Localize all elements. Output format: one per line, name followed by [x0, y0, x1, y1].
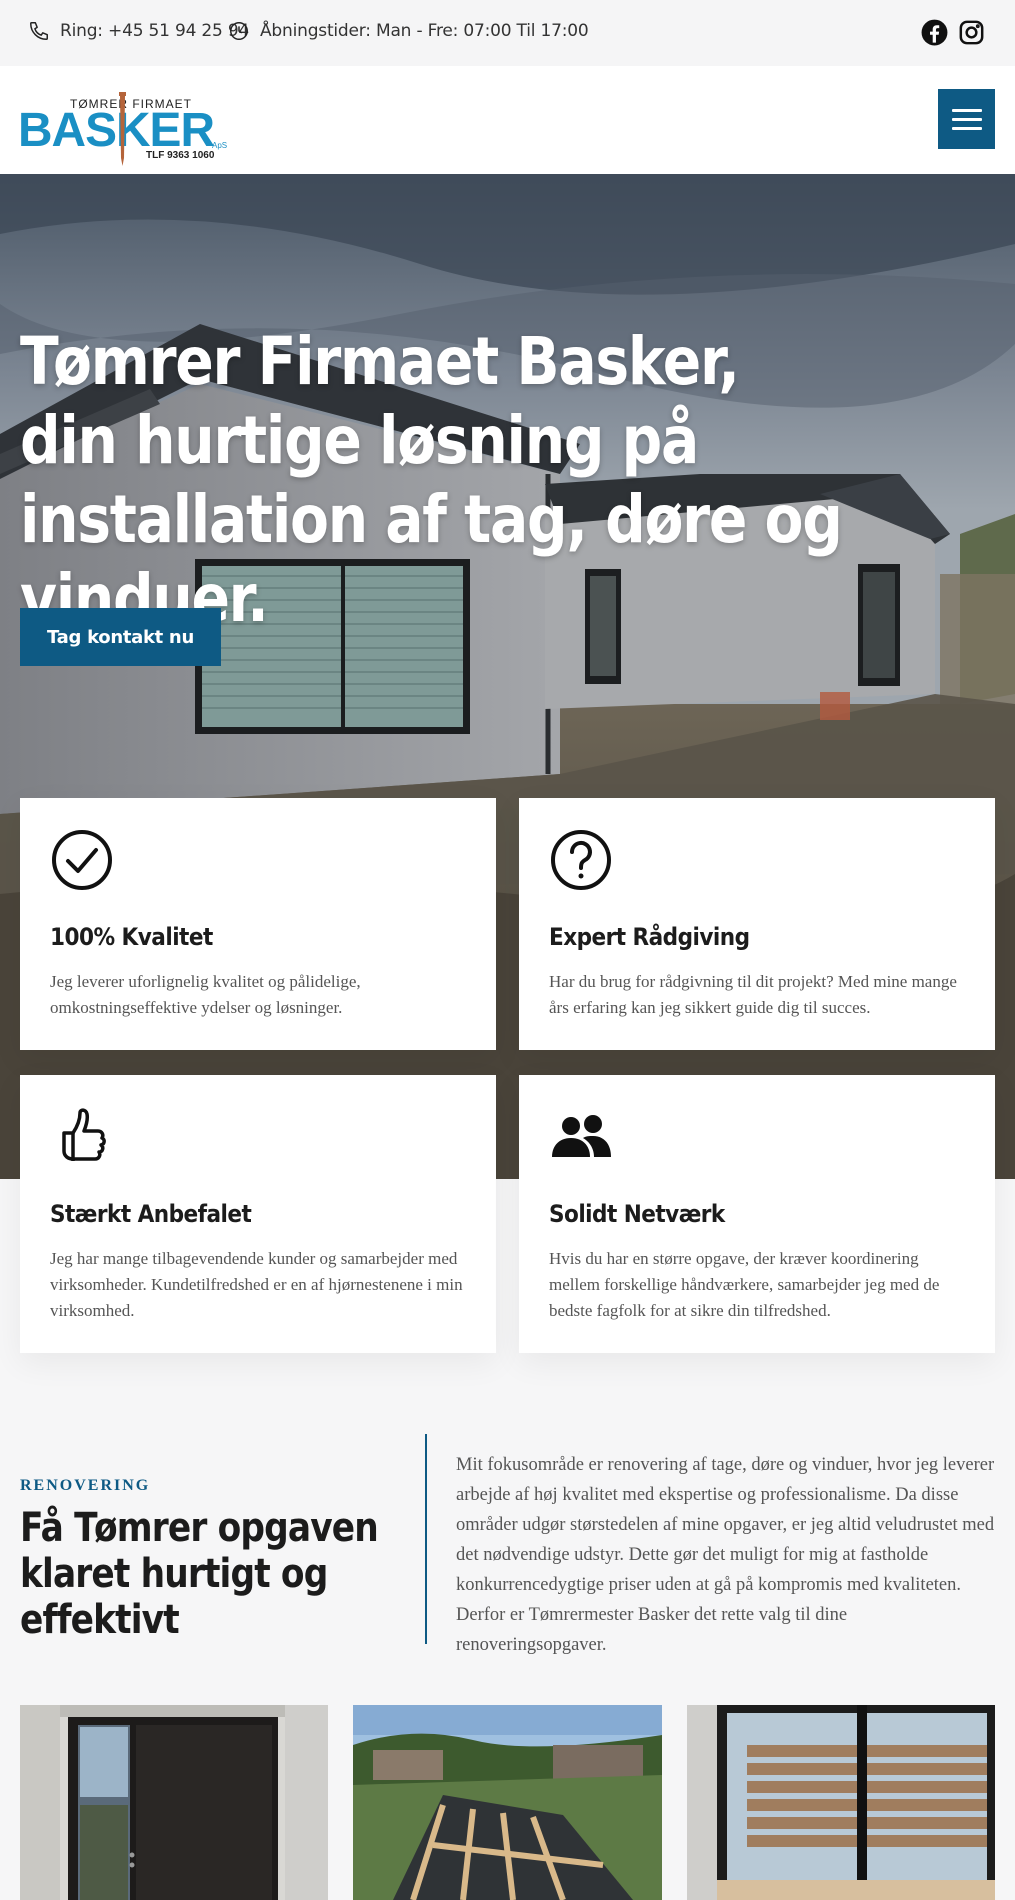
phone-icon	[30, 22, 48, 40]
feature-title: 100% Kvalitet	[50, 923, 213, 951]
section-kicker: RENOVERING	[20, 1477, 151, 1494]
section-title: Få Tømrer opgaven klaret hurtigt og effe…	[20, 1505, 379, 1643]
hamburger-icon-bar	[951, 126, 982, 130]
check-circle-icon	[52, 830, 112, 890]
site-header: TØMRER FIRMAET BASKER ApS TLF 9363 1060	[0, 66, 1015, 174]
feature-text: Jeg leverer uforlignelig kvalitet og pål…	[50, 972, 361, 1017]
instagram-icon[interactable]	[958, 19, 985, 46]
clock-icon	[230, 22, 248, 40]
feature-card-quality: 100% Kvalitet Jeg leverer uforlignelig k…	[20, 798, 496, 1050]
hamburger-icon-bar	[951, 108, 982, 112]
facebook-icon[interactable]	[921, 19, 948, 46]
hamburger-icon-bar	[951, 117, 982, 121]
contact-cta-button[interactable]: Tag kontakt nu	[20, 608, 221, 666]
gallery-photo-roof[interactable]	[353, 1705, 662, 1900]
people-icon	[552, 1115, 611, 1157]
feature-title: Expert Rådgiving	[549, 923, 750, 951]
menu-button[interactable]	[938, 89, 995, 149]
top-bar: Ring: +45 51 94 25 94 Åbningstider: Man …	[0, 0, 1015, 66]
feature-card-recommended: Stærkt Anbefalet Jeg har mange tilbageve…	[20, 1075, 496, 1353]
company-logo[interactable]: TØMRER FIRMAET BASKER ApS TLF 9363 1060	[18, 78, 233, 166]
feature-title: Solidt Netværk	[549, 1200, 725, 1228]
gallery-photo-window[interactable]	[687, 1705, 995, 1900]
feature-title: Stærkt Anbefalet	[50, 1200, 252, 1228]
logo-suffix-text: ApS	[212, 141, 227, 150]
hours-text: Åbningstider: Man - Fre: 07:00 Til 17:00	[260, 21, 589, 41]
hero-title: Tømrer Firmaet Basker, din hurtige løsni…	[20, 323, 843, 637]
opening-hours: Åbningstider: Man - Fre: 07:00 Til 17:00	[228, 20, 589, 42]
phone-contact[interactable]: Ring: +45 51 94 25 94	[28, 20, 249, 42]
feature-text: Hvis du har en større opgave, der kræver…	[549, 1249, 940, 1320]
logo-phone-text: TLF 9363 1060	[146, 150, 215, 161]
thumbs-up-icon	[62, 1108, 106, 1161]
social-links	[921, 19, 985, 46]
feature-text: Har du brug for rådgivning til dit proje…	[549, 972, 957, 1017]
gallery-photo-door[interactable]	[20, 1705, 328, 1900]
feature-text: Jeg har mange tilbagevendende kunder og …	[50, 1249, 463, 1320]
feature-card-advice: Expert Rådgiving Har du brug for rådgivn…	[519, 798, 995, 1050]
section-divider	[425, 1434, 427, 1644]
feature-card-network: Solidt Netværk Hvis du har en større opg…	[519, 1075, 995, 1353]
section-text: Mit fokusområde er renovering af tage, d…	[456, 1455, 995, 1655]
phone-text: Ring: +45 51 94 25 94	[60, 21, 250, 41]
question-circle-icon	[551, 830, 611, 890]
